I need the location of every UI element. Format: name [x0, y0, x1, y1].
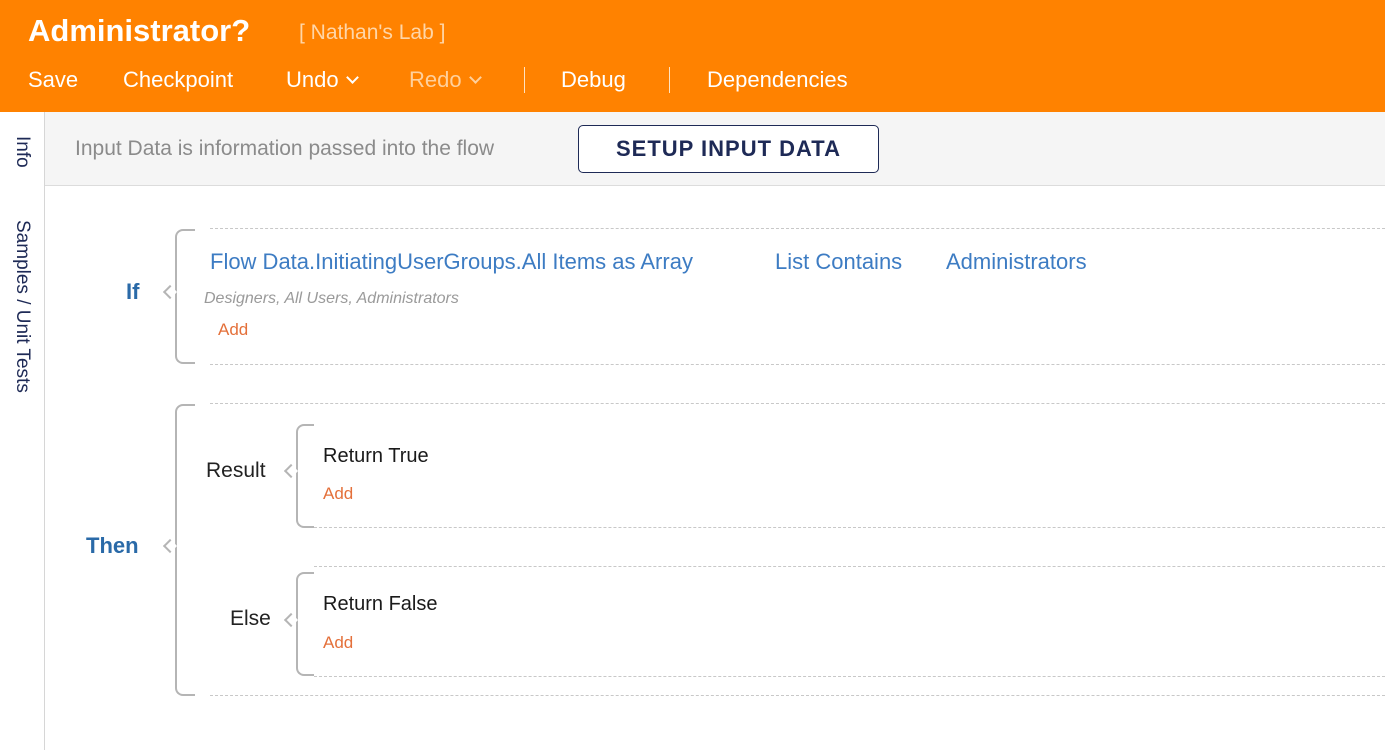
condition-description: Designers, All Users, Administrators	[204, 290, 459, 307]
save-button[interactable]: Save	[28, 62, 78, 98]
result-bottom-divider	[314, 527, 1385, 528]
undo-label: Undo	[286, 67, 339, 92]
side-tab-rail: Info Samples / Unit Tests	[0, 112, 45, 750]
if-label: If	[126, 279, 140, 304]
debug-button[interactable]: Debug	[561, 62, 626, 98]
if-brace	[175, 229, 195, 364]
tab-info[interactable]: Info	[11, 136, 33, 168]
then-label: Then	[86, 533, 139, 558]
if-top-divider	[210, 228, 1385, 229]
app-header: Administrator? [ Nathan's Lab ] Save Che…	[0, 0, 1385, 112]
toolbar-divider	[669, 67, 670, 93]
return-true-step[interactable]: Return True	[323, 443, 429, 469]
else-bottom-divider	[314, 676, 1385, 677]
if-bottom-divider	[210, 364, 1385, 365]
dependencies-button[interactable]: Dependencies	[707, 62, 848, 98]
setup-input-data-button[interactable]: SETUP INPUT DATA	[578, 125, 879, 173]
flow-title: Administrator?	[28, 13, 251, 48]
redo-button[interactable]: Redo	[409, 62, 482, 98]
toolbar-divider	[524, 67, 525, 93]
if-add-link[interactable]: Add	[218, 319, 248, 341]
then-bottom-divider	[210, 695, 1385, 696]
project-name: [ Nathan's Lab ]	[299, 21, 446, 44]
else-brace	[296, 572, 314, 676]
result-brace	[296, 424, 314, 528]
result-label: Result	[206, 459, 266, 482]
then-brace	[175, 404, 195, 696]
checkpoint-button[interactable]: Checkpoint	[123, 62, 233, 98]
condition-operator[interactable]: List Contains	[775, 248, 902, 276]
result-add-link[interactable]: Add	[323, 483, 353, 505]
redo-label: Redo	[409, 67, 462, 92]
input-data-hint: Input Data is information passed into th…	[75, 137, 495, 160]
tab-samples-unit-tests[interactable]: Samples / Unit Tests	[11, 220, 33, 393]
chevron-down-icon	[345, 71, 359, 84]
condition-right-operand[interactable]: Administrators	[946, 248, 1087, 276]
else-label: Else	[230, 607, 271, 630]
else-add-link[interactable]: Add	[323, 632, 353, 654]
input-data-bar: Input Data is information passed into th…	[45, 112, 1385, 186]
undo-button[interactable]: Undo	[286, 62, 359, 98]
chevron-down-icon	[468, 71, 482, 84]
then-top-divider	[210, 403, 1385, 404]
return-false-step[interactable]: Return False	[323, 591, 438, 617]
else-top-divider	[314, 566, 1385, 567]
condition-left-operand[interactable]: Flow Data.InitiatingUserGroups.All Items…	[210, 248, 693, 276]
toolbar: Save Checkpoint Undo Redo Debug Dependen…	[0, 62, 1385, 98]
